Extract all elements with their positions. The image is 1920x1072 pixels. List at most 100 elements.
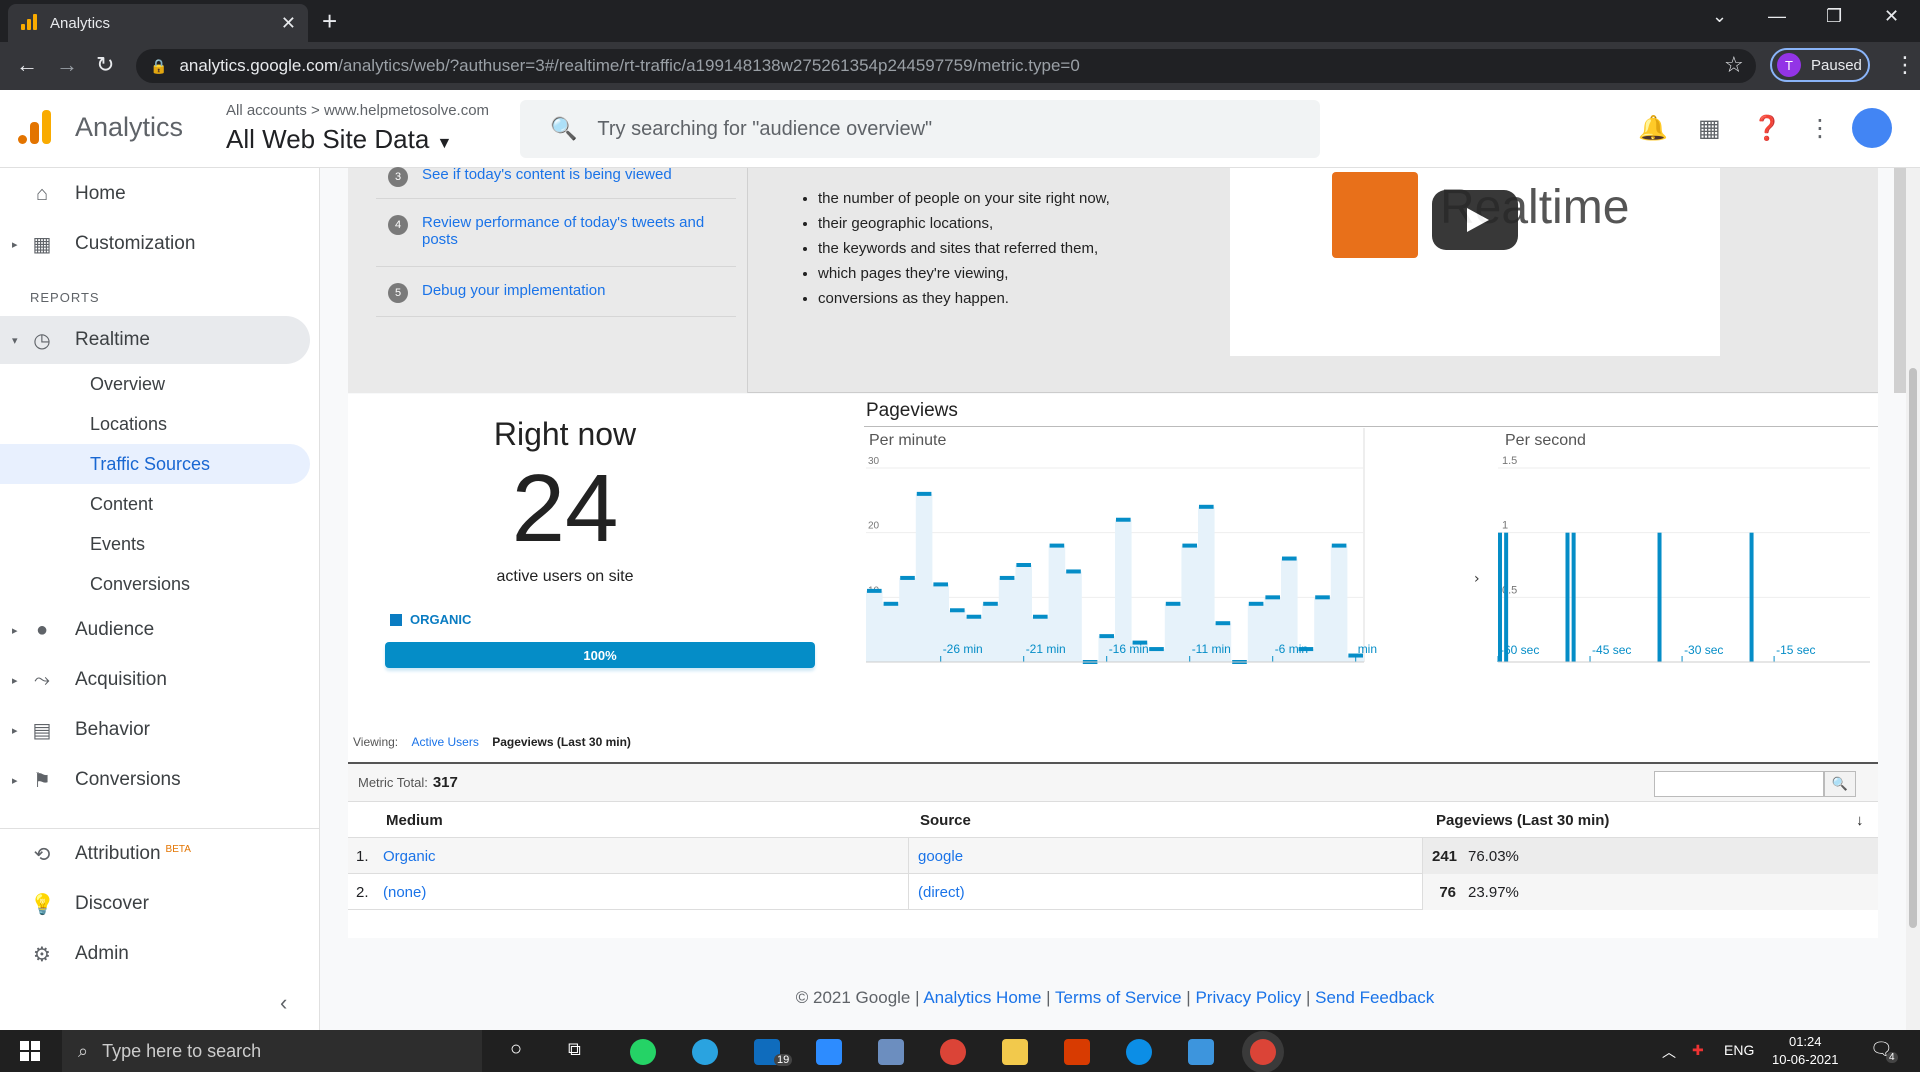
nav-audience[interactable]: ▸ ● Audience <box>0 606 310 654</box>
user-avatar[interactable] <box>1852 108 1892 148</box>
collapse-sidebar-icon[interactable]: ‹ <box>280 990 287 1016</box>
nav-behavior[interactable]: ▸ ▤ Behavior <box>0 706 310 754</box>
cell-divider <box>1422 874 1423 910</box>
per-minute-bar <box>883 601 899 606</box>
tab-pageviews[interactable]: Pageviews (Last 30 min) <box>492 735 631 749</box>
sub-events[interactable]: Events <box>0 524 310 564</box>
nav-realtime[interactable]: ▾ ◷ Realtime <box>0 316 310 364</box>
language-indicator[interactable]: ENG <box>1724 1042 1754 1058</box>
task-view-icon[interactable]: ⧉ <box>568 1039 581 1060</box>
play-icon[interactable] <box>1432 190 1518 250</box>
intro-step-link[interactable]: 5 Debug your implementation <box>376 282 736 303</box>
x-tick-label: -15 sec <box>1776 643 1815 657</box>
browser-tab[interactable]: Analytics ✕ <box>8 4 308 42</box>
y-tick-label: 30 <box>868 456 880 467</box>
per-minute-bar <box>1016 563 1031 567</box>
chrome-active-icon[interactable] <box>1250 1039 1276 1065</box>
notifications-bell-icon[interactable]: 🔔 <box>1638 114 1668 143</box>
table-search-input[interactable] <box>1654 771 1824 797</box>
address-bar[interactable]: 🔒 analytics.google.com /analytics/web/?a… <box>136 49 1756 83</box>
restore-icon[interactable]: ❐ <box>1826 6 1842 27</box>
metric-total-label: Metric Total: <box>358 775 428 790</box>
more-menu-icon[interactable]: ⋮ <box>1808 114 1832 143</box>
column-source[interactable]: Source <box>920 812 971 829</box>
new-tab-button[interactable]: + <box>322 6 337 37</box>
cell-divider <box>908 838 909 874</box>
chrome-icon[interactable] <box>940 1039 966 1065</box>
source-link[interactable]: google <box>918 848 963 865</box>
table-search-icon[interactable]: 🔍 <box>1824 771 1856 797</box>
search-input[interactable]: 🔍 Try searching for "audience overview" <box>520 100 1320 158</box>
nav-acquisition[interactable]: ▸ ⤳ Acquisition <box>0 656 310 704</box>
column-pageviews[interactable]: Pageviews (Last 30 min) <box>1436 812 1609 829</box>
file-explorer-icon[interactable] <box>1002 1039 1028 1065</box>
viewing-label: Viewing: <box>353 735 399 749</box>
tab-search-icon[interactable]: ⌄ <box>1712 6 1727 27</box>
nav-home[interactable]: ⌂ Home <box>0 170 310 218</box>
footer-link-privacy[interactable]: Privacy Policy <box>1195 988 1301 1007</box>
sub-overview[interactable]: Overview <box>0 364 310 404</box>
help-icon[interactable]: ❓ <box>1752 114 1782 143</box>
nav-customization[interactable]: ▸ ▦ Customization <box>0 220 310 268</box>
telegram-icon[interactable] <box>692 1039 718 1065</box>
per-minute-bar <box>1033 614 1048 619</box>
vpn-icon[interactable] <box>1188 1039 1214 1065</box>
sub-traffic-sources[interactable]: Traffic Sources <box>0 444 310 484</box>
account-breadcrumb[interactable]: All accounts > www.helpmetosolve.com <box>226 102 489 119</box>
panel-scrollbar[interactable] <box>1894 168 1906 393</box>
nav-conversions[interactable]: ▸ ⚑ Conversions <box>0 756 310 804</box>
footer-link-feedback[interactable]: Send Feedback <box>1315 988 1434 1007</box>
back-icon[interactable]: ← <box>16 52 38 78</box>
sub-conversions[interactable]: Conversions <box>0 564 310 604</box>
whatsapp-icon[interactable] <box>630 1039 656 1065</box>
sub-content[interactable]: Content <box>0 484 310 524</box>
desktop-app-icon[interactable] <box>878 1039 904 1065</box>
close-tab-icon[interactable]: ✕ <box>281 13 296 34</box>
apps-grid-icon[interactable]: ▦ <box>1698 114 1721 143</box>
minimize-icon[interactable]: — <box>1768 6 1786 27</box>
footer-link-terms[interactable]: Terms of Service <box>1055 988 1182 1007</box>
bookmark-star-icon[interactable]: ☆ <box>1724 52 1744 78</box>
office-icon[interactable] <box>1064 1039 1090 1065</box>
property-name: All Web Site Data <box>226 124 430 154</box>
intro-step-link[interactable]: 4 Review performance of today's tweets a… <box>376 214 736 248</box>
scrollbar-thumb[interactable] <box>1909 368 1917 928</box>
source-link[interactable]: (direct) <box>918 884 965 901</box>
property-selector[interactable]: All Web Site Data ▼ <box>226 124 452 155</box>
reports-heading: REPORTS <box>30 290 100 305</box>
tray-overflow-icon[interactable]: ︿ <box>1662 1042 1676 1062</box>
x-tick-label: -60 sec <box>1500 643 1539 657</box>
antivirus-icon[interactable]: ✚ <box>1692 1042 1704 1059</box>
taskbar-search[interactable]: ⌕ Type here to search <box>62 1030 482 1072</box>
edge-icon[interactable] <box>1126 1039 1152 1065</box>
profile-button[interactable]: T Paused <box>1770 48 1870 82</box>
page-scrollbar[interactable] <box>1906 168 1920 1030</box>
taskbar-clock[interactable]: 01:24 10-06-2021 <box>1772 1033 1839 1069</box>
cortana-icon[interactable]: ○ <box>510 1038 522 1061</box>
realtime-video[interactable]: Realtime <box>1230 168 1720 356</box>
url-path: /analytics/web/?authuser=3#/realtime/rt-… <box>338 56 1080 75</box>
browser-menu-icon[interactable]: ⋮ <box>1894 52 1916 78</box>
nav-discover[interactable]: 💡 Discover <box>0 880 310 928</box>
medium-link[interactable]: (none) <box>383 884 426 901</box>
intro-step-link[interactable]: 3 See if today's content is being viewed <box>376 166 736 187</box>
sub-locations[interactable]: Locations <box>0 404 310 444</box>
windows-start-icon[interactable] <box>20 1041 40 1061</box>
zoom-icon[interactable] <box>816 1039 842 1065</box>
column-medium[interactable]: Medium <box>386 812 443 829</box>
forward-icon[interactable]: → <box>56 52 78 78</box>
x-tick-label: -16 min <box>1109 642 1149 656</box>
nav-admin[interactable]: ⚙ Admin <box>0 930 310 978</box>
close-window-icon[interactable]: ✕ <box>1884 6 1899 27</box>
sort-desc-icon[interactable]: ↓ <box>1856 812 1864 829</box>
realtime-logo-icon <box>1332 172 1418 258</box>
nav-attribution[interactable]: ⟲ Attribution BETA <box>0 830 310 878</box>
nav-label: Realtime <box>75 329 150 350</box>
medium-link[interactable]: Organic <box>383 848 436 865</box>
reload-icon[interactable]: ↻ <box>96 52 114 78</box>
footer-link-analytics-home[interactable]: Analytics Home <box>923 988 1041 1007</box>
tab-active-users[interactable]: Active Users <box>411 735 478 749</box>
feature-item: conversions as they happen. <box>818 286 1110 311</box>
per-minute-bar <box>983 601 998 606</box>
taskbar-search-placeholder: Type here to search <box>102 1040 262 1061</box>
